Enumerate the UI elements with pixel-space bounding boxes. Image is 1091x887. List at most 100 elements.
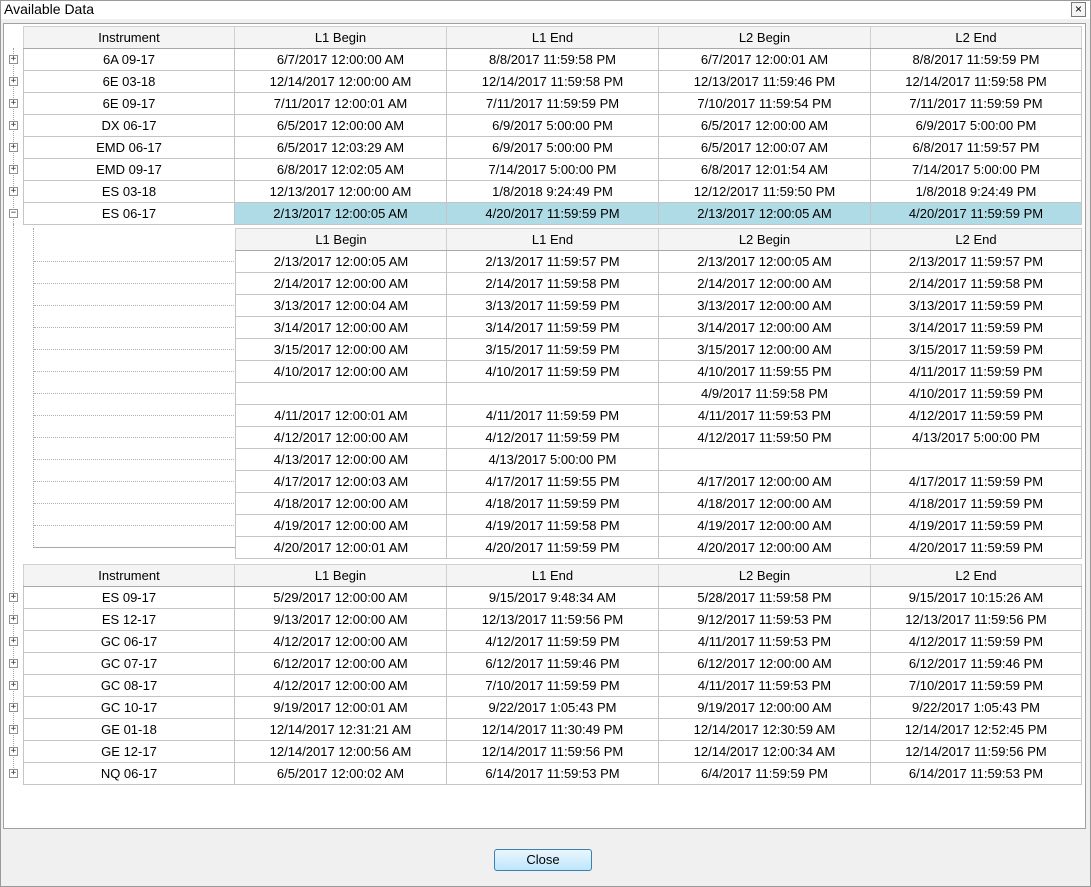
table-row[interactable]: 2/14/2017 12:00:00 AM 2/14/2017 11:59:58 … [235,272,1082,295]
expand-row-icon[interactable]: + [9,77,18,86]
table-cell[interactable]: 4/12/2017 11:59:59 PM [446,426,659,449]
table-cell[interactable]: 9/22/2017 1:05:43 PM [446,696,659,719]
table-cell[interactable]: 4/18/2017 12:00:00 AM [658,492,871,515]
column-header[interactable]: L1 Begin [234,26,447,49]
collapse-row-icon[interactable]: − [9,209,18,218]
table-cell[interactable]: 12/13/2017 11:59:56 PM [446,608,659,631]
table-cell[interactable]: 3/15/2017 11:59:59 PM [870,338,1082,361]
table-cell[interactable]: 12/14/2017 12:31:21 AM [234,718,447,741]
expand-row-icon[interactable]: + [9,99,18,108]
table-cell[interactable]: 12/14/2017 11:59:58 PM [446,70,659,93]
table-cell[interactable]: 7/14/2017 5:00:00 PM [446,158,659,181]
table-cell[interactable]: 6/5/2017 12:00:00 AM [234,114,447,137]
table-cell[interactable]: 4/17/2017 11:59:55 PM [446,470,659,493]
instrument-cell[interactable]: 6E 09-17 [23,92,235,115]
table-cell[interactable]: 4/20/2017 11:59:59 PM [870,202,1082,225]
table-cell[interactable]: 3/13/2017 11:59:59 PM [870,294,1082,317]
instrument-cell[interactable]: EMD 09-17 [23,158,235,181]
table-row[interactable]: EMD 09-17 6/8/2017 12:02:05 AM 7/14/2017 5… [23,158,1082,181]
table-cell[interactable] [658,448,871,471]
column-header[interactable]: L1 Begin [235,228,447,251]
table-cell[interactable]: 6/5/2017 12:00:07 AM [658,136,871,159]
instrument-cell[interactable]: ES 12-17 [23,608,235,631]
table-cell[interactable]: 2/13/2017 12:00:05 AM [658,202,871,225]
table-cell[interactable]: 4/10/2017 11:59:59 PM [446,360,659,383]
table-row[interactable]: 3/14/2017 12:00:00 AM 3/14/2017 11:59:59 … [235,316,1082,339]
table-row[interactable]: 3/13/2017 12:00:04 AM 3/13/2017 11:59:59 … [235,294,1082,317]
expand-row-icon[interactable]: + [9,55,18,64]
table-cell[interactable]: 12/14/2017 11:30:49 PM [446,718,659,741]
expand-row-icon[interactable]: + [9,187,18,196]
table-cell[interactable]: 6/12/2017 12:00:00 AM [658,652,871,675]
instrument-cell[interactable]: ES 06-17 [23,202,235,225]
table-cell[interactable]: 7/10/2017 11:59:59 PM [446,674,659,697]
instrument-cell[interactable]: GC 07-17 [23,652,235,675]
table-cell[interactable]: 9/19/2017 12:00:00 AM [658,696,871,719]
table-cell[interactable]: 4/19/2017 11:59:58 PM [446,514,659,537]
table-cell[interactable]: 3/14/2017 11:59:59 PM [446,316,659,339]
table-row[interactable]: GC 10-17 9/19/2017 12:00:01 AM 9/22/2017 1… [23,696,1082,719]
table-cell[interactable]: 4/17/2017 12:00:03 AM [235,470,447,493]
table-row[interactable]: ES 12-17 9/13/2017 12:00:00 AM 12/13/2017 … [23,608,1082,631]
table-row[interactable]: 3/15/2017 12:00:00 AM 3/15/2017 11:59:59 … [235,338,1082,361]
table-cell[interactable]: 4/20/2017 11:59:59 PM [446,536,659,559]
expand-row-icon[interactable]: + [9,681,18,690]
table-cell[interactable] [870,448,1082,471]
table-cell[interactable]: 4/18/2017 12:00:00 AM [235,492,447,515]
table-cell[interactable]: 4/11/2017 11:59:53 PM [658,630,871,653]
table-cell[interactable]: 12/14/2017 11:59:58 PM [870,70,1082,93]
table-cell[interactable]: 2/14/2017 11:59:58 PM [446,272,659,295]
table-cell[interactable]: 1/8/2018 9:24:49 PM [446,180,659,203]
table-row[interactable]: GC 06-17 4/12/2017 12:00:00 AM 4/12/2017 1… [23,630,1082,653]
table-cell[interactable]: 3/15/2017 12:00:00 AM [658,338,871,361]
expand-row-icon[interactable]: + [9,615,18,624]
table-cell[interactable]: 9/19/2017 12:00:01 AM [234,696,447,719]
table-cell[interactable]: 6/9/2017 5:00:00 PM [446,114,659,137]
close-button[interactable]: Close [494,849,592,871]
table-cell[interactable]: 4/12/2017 11:59:59 PM [870,404,1082,427]
table-cell[interactable]: 3/13/2017 11:59:59 PM [446,294,659,317]
table-cell[interactable]: 6/5/2017 12:00:02 AM [234,762,447,785]
column-header[interactable]: L2 End [870,26,1082,49]
table-row[interactable]: 4/12/2017 12:00:00 AM 4/12/2017 11:59:59 … [235,426,1082,449]
table-row[interactable]: GC 07-17 6/12/2017 12:00:00 AM 6/12/2017 1… [23,652,1082,675]
table-cell[interactable]: 3/14/2017 12:00:00 AM [235,316,447,339]
table-cell[interactable]: 6/5/2017 12:00:00 AM [658,114,871,137]
table-row[interactable]: DX 06-17 6/5/2017 12:00:00 AM 6/9/2017 5:0… [23,114,1082,137]
instrument-cell[interactable]: GE 12-17 [23,740,235,763]
table-cell[interactable]: 6/8/2017 12:01:54 AM [658,158,871,181]
table-row[interactable]: 4/13/2017 12:00:00 AM 4/13/2017 5:00:00 P… [235,448,1082,471]
instrument-cell[interactable]: 6E 03-18 [23,70,235,93]
table-cell[interactable]: 7/14/2017 5:00:00 PM [870,158,1082,181]
instrument-cell[interactable]: ES 09-17 [23,586,235,609]
table-cell[interactable]: 4/18/2017 11:59:59 PM [446,492,659,515]
table-cell[interactable]: 4/18/2017 11:59:59 PM [870,492,1082,515]
table-row[interactable]: 6A 09-17 6/7/2017 12:00:00 AM 8/8/2017 11:… [23,48,1082,71]
table-cell[interactable]: 6/9/2017 5:00:00 PM [446,136,659,159]
table-cell[interactable]: 4/20/2017 11:59:59 PM [870,536,1082,559]
table-cell[interactable]: 4/9/2017 11:59:58 PM [658,382,871,405]
table-row[interactable]: GE 12-17 12/14/2017 12:00:56 AM 12/14/2017… [23,740,1082,763]
table-cell[interactable]: 4/12/2017 12:00:00 AM [235,426,447,449]
table-cell[interactable]: 12/14/2017 11:59:56 PM [870,740,1082,763]
table-cell[interactable]: 6/7/2017 12:00:01 AM [658,48,871,71]
table-cell[interactable]: 4/17/2017 11:59:59 PM [870,470,1082,493]
instrument-cell[interactable]: GC 10-17 [23,696,235,719]
table-cell[interactable]: 4/12/2017 12:00:00 AM [234,630,447,653]
column-header[interactable]: L2 End [870,564,1082,587]
table-cell[interactable]: 8/8/2017 11:59:58 PM [446,48,659,71]
table-cell[interactable]: 12/14/2017 12:30:59 AM [658,718,871,741]
table-row[interactable]: 4/19/2017 12:00:00 AM 4/19/2017 11:59:58 … [235,514,1082,537]
table-cell[interactable]: 4/10/2017 11:59:55 PM [658,360,871,383]
expand-row-icon[interactable]: + [9,747,18,756]
table-cell[interactable]: 4/12/2017 11:59:59 PM [870,630,1082,653]
expand-row-icon[interactable]: + [9,121,18,130]
table-cell[interactable]: 12/13/2017 11:59:56 PM [870,608,1082,631]
table-cell[interactable]: 4/19/2017 12:00:00 AM [235,514,447,537]
expand-row-icon[interactable]: + [9,703,18,712]
table-cell[interactable]: 4/20/2017 11:59:59 PM [446,202,659,225]
table-row[interactable]: 4/10/2017 12:00:00 AM 4/10/2017 11:59:59 … [235,360,1082,383]
table-cell[interactable]: 5/29/2017 12:00:00 AM [234,586,447,609]
table-cell[interactable]: 12/14/2017 12:00:00 AM [234,70,447,93]
table-cell[interactable]: 12/14/2017 11:59:56 PM [446,740,659,763]
